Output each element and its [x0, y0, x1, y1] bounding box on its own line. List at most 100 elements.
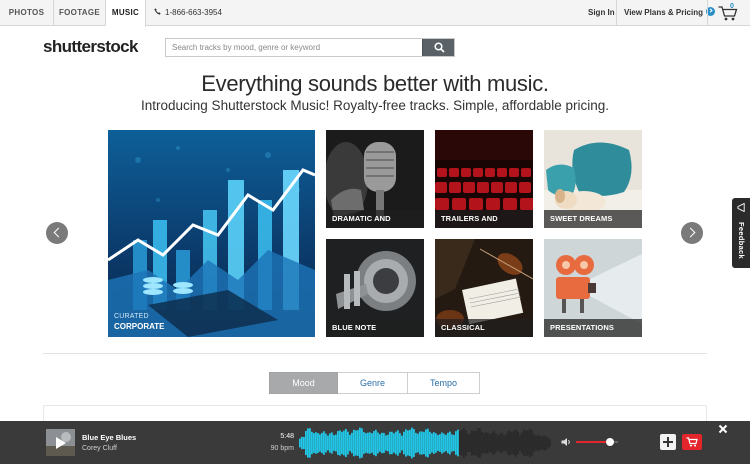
tile-classical[interactable]: CLASSICAL [435, 239, 533, 337]
tab-photos[interactable]: PHOTOS [0, 0, 54, 26]
waveform-bar [317, 432, 319, 454]
search-icon [434, 42, 445, 53]
waveform-bar [469, 434, 471, 452]
tile-presentations[interactable]: PRESENTATIONS [544, 239, 642, 337]
waveform-bar [491, 432, 493, 454]
feedback-label: Feedback [737, 222, 746, 259]
waveform-bar [489, 434, 491, 452]
waveform-bar [531, 430, 533, 456]
play-icon [56, 437, 66, 449]
view-plans-text: View Plans & Pricing [624, 8, 703, 17]
tile-trailers-and-promos[interactable]: TRAILERS AND PROMOS [435, 130, 533, 228]
waveform-bar [375, 429, 377, 457]
phone-number: 1-866-663-3954 [154, 0, 222, 26]
carousel-next-button[interactable] [681, 222, 703, 244]
waveform-seek-bar[interactable] [299, 427, 551, 459]
tab-tempo[interactable]: Tempo [408, 372, 480, 394]
cart-icon [718, 6, 738, 21]
waveform-bar [319, 434, 321, 452]
logo[interactable]: shutterstock [43, 37, 138, 57]
waveform-bar [483, 433, 485, 453]
waveform-bar [333, 435, 335, 451]
featured-title: CORPORATE [114, 322, 165, 331]
waveform-bar [339, 430, 341, 456]
waveform-bar [433, 432, 435, 454]
track-bpm: 90 bpm [270, 445, 294, 452]
volume-icon[interactable] [561, 437, 572, 447]
content-card [43, 405, 707, 422]
tile-sweet-dreams[interactable]: SWEET DREAMS [544, 130, 642, 228]
waveform-bar [435, 433, 437, 453]
waveform-bar [421, 431, 423, 455]
waveform-bar [457, 429, 459, 457]
cart-icon [686, 437, 698, 447]
waveform-bar [485, 432, 487, 454]
waveform-bar [443, 433, 445, 453]
waveform-bar [343, 430, 345, 456]
sign-in-link[interactable]: Sign In [588, 0, 615, 26]
waveform-bar [501, 432, 503, 454]
waveform-bar [519, 435, 521, 451]
close-icon[interactable] [718, 424, 728, 434]
waveform-bar [481, 431, 483, 455]
tile-dramatic-and-theatric[interactable]: DRAMATIC AND THEATRIC [326, 130, 424, 228]
tab-music[interactable]: MUSIC [106, 0, 146, 27]
waveform-bar [357, 430, 359, 456]
waveform-bar [465, 430, 467, 456]
waveform-bar [471, 430, 473, 456]
page-subheadline: Introducing Shutterstock Music! Royalty-… [141, 98, 609, 113]
waveform-bar [349, 434, 351, 452]
waveform-bar [511, 432, 513, 454]
waveform-bar [461, 430, 463, 456]
featured-tile-corporate[interactable]: CURATED CORPORATE [108, 130, 315, 337]
waveform-bar [499, 433, 501, 453]
music-player-bar: Blue Eye Blues Corey Cluff 5:48 90 bpm [0, 421, 750, 464]
waveform-bar [399, 433, 401, 453]
waveform-bar [441, 432, 443, 454]
volume-slider[interactable] [576, 438, 618, 446]
waveform-bar [353, 429, 355, 457]
waveform-bar [477, 428, 479, 458]
search-button[interactable] [422, 39, 454, 56]
view-plans-link[interactable]: View Plans & Pricing [616, 0, 715, 26]
waveform-bar [365, 433, 367, 453]
waveform-bar [541, 436, 543, 450]
waveform-bar [403, 431, 405, 455]
waveform-bar [545, 435, 547, 451]
waveform-bar [513, 430, 515, 456]
add-to-list-button[interactable] [660, 434, 676, 450]
waveform-bar [299, 438, 301, 448]
featured-tile-label: CURATED CORPORATE [114, 313, 165, 331]
waveform-bar [415, 432, 417, 454]
carousel-prev-button[interactable] [46, 222, 68, 244]
tab-footage[interactable]: FOOTAGE [54, 0, 106, 26]
waveform-bar [529, 428, 531, 458]
volume-knob[interactable] [605, 438, 614, 446]
waveform-bar [509, 430, 511, 456]
waveform-bar [411, 427, 413, 459]
play-button[interactable] [46, 429, 75, 456]
tile-blue-note[interactable]: BLUE NOTE [326, 239, 424, 337]
waveform-bar [409, 429, 411, 457]
tile-label: SWEET DREAMS [544, 210, 642, 228]
search-input[interactable] [166, 39, 421, 56]
waveform-bar [439, 434, 441, 452]
waveform-bar [383, 432, 385, 454]
waveform-bar [535, 435, 537, 451]
track-title: Blue Eye Blues [82, 433, 137, 442]
tab-genre[interactable]: Genre [338, 372, 408, 394]
waveform-bar [385, 435, 387, 451]
feedback-tab[interactable]: Feedback [732, 198, 750, 268]
add-to-cart-button[interactable] [682, 434, 702, 450]
tile-label: CLASSICAL [435, 319, 533, 337]
cart-button[interactable]: 0 [707, 0, 750, 26]
waveform-bar [395, 431, 397, 455]
waveform-bar [405, 429, 407, 457]
tab-mood[interactable]: Mood [269, 372, 338, 394]
waveform-bar [539, 435, 541, 451]
waveform-bar [419, 431, 421, 455]
waveform-bar [313, 433, 315, 453]
waveform-bar [537, 435, 539, 451]
waveform-bar [413, 429, 415, 457]
megaphone-icon [737, 203, 745, 212]
